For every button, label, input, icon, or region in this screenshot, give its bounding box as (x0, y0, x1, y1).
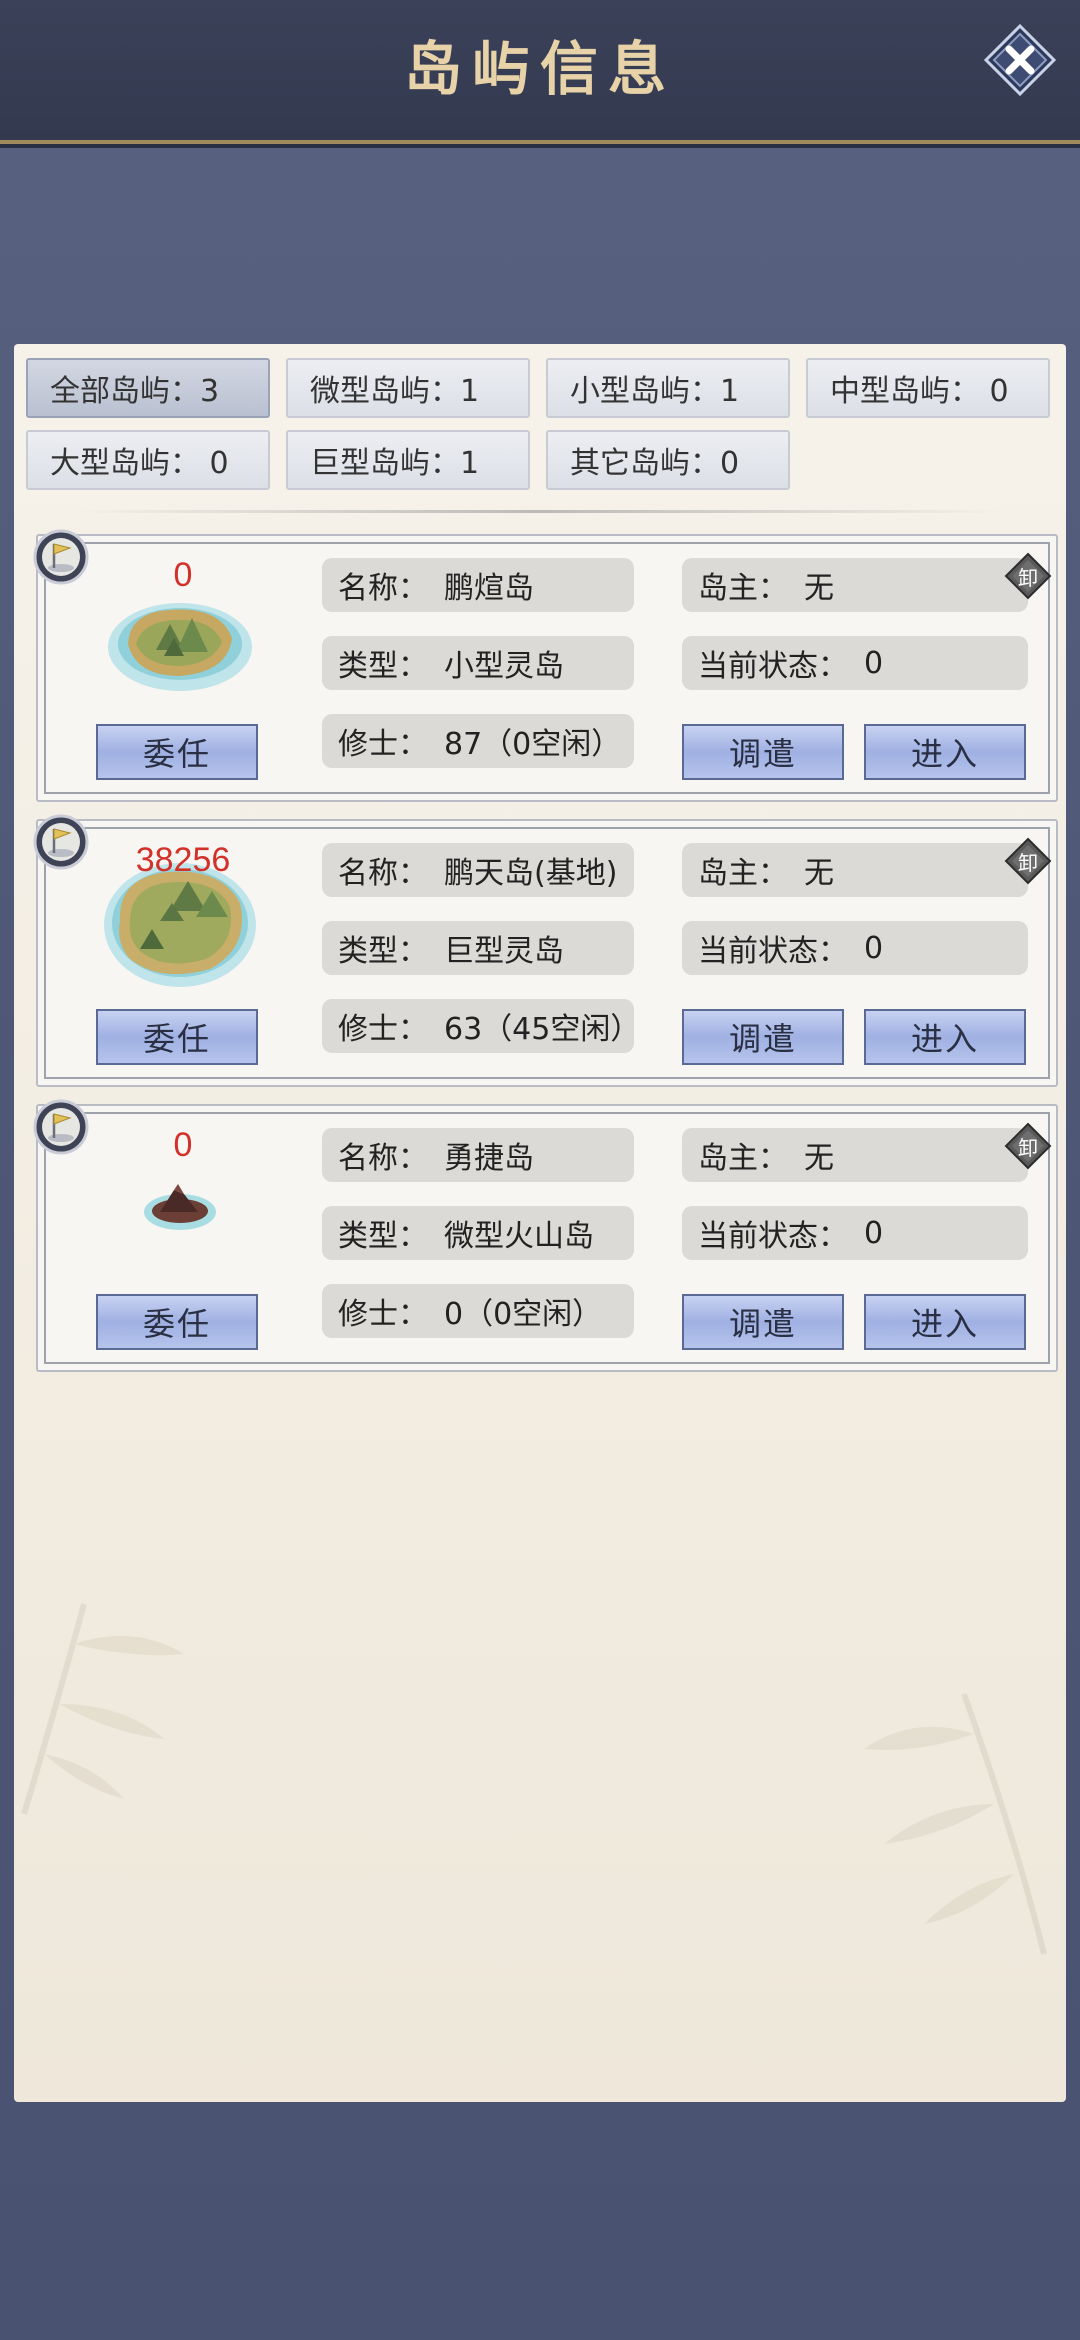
island-status-field: 当前状态： 0 (682, 921, 1028, 975)
unload-button[interactable]: 卸 (1004, 552, 1052, 600)
flag-icon (33, 529, 89, 585)
tab-large-islands[interactable]: 大型岛屿： 0 (26, 430, 270, 490)
unload-button[interactable]: 卸 (1004, 837, 1052, 885)
island-type: 微型火山岛 (444, 1219, 594, 1254)
tab-micro-islands[interactable]: 微型岛屿：1 (286, 358, 530, 418)
type-label: 类型： (338, 1219, 428, 1254)
island-name: 鹏煊岛 (444, 571, 534, 606)
dispatch-button[interactable]: 调遣 (682, 1009, 844, 1065)
island-info-screen: 岛屿信息 全部岛屿：3 微型岛屿：1 小型岛屿：1 中型岛屿： 0 大型岛屿： … (0, 0, 1080, 2340)
owner-label: 岛主： (698, 1141, 788, 1176)
island-status: 0 (864, 1215, 884, 1251)
island-power: 0 (173, 1126, 193, 1164)
island-name: 勇捷岛 (444, 1141, 534, 1176)
island-power: 0 (173, 556, 193, 594)
island-card: 0 委任 名称： 鹏煊岛 类型： 小型灵岛 修士： 87（0空闲） 岛主： 无 … (33, 529, 1058, 802)
flag-badge[interactable] (32, 1098, 90, 1156)
micro-volcano-island-icon (144, 1184, 216, 1230)
island-owner-field: 岛主： 无 (682, 1128, 1028, 1182)
cultivators-label: 修士： (338, 727, 428, 762)
appoint-button[interactable]: 委任 (96, 724, 258, 780)
name-label: 名称： (338, 856, 428, 891)
appoint-button[interactable]: 委任 (96, 1294, 258, 1350)
island-owner-field: 岛主： 无 (682, 843, 1028, 897)
status-label: 当前状态： (698, 1219, 848, 1254)
tab-small-islands[interactable]: 小型岛屿：1 (546, 358, 790, 418)
flag-badge[interactable] (32, 813, 90, 871)
owner-label: 岛主： (698, 571, 788, 606)
island-image[interactable] (140, 1176, 220, 1236)
tab-medium-islands[interactable]: 中型岛屿： 0 (806, 358, 1050, 418)
enter-button[interactable]: 进入 (864, 1009, 1026, 1065)
unload-label: 卸 (1018, 850, 1038, 875)
flag-icon (33, 1099, 89, 1155)
bamboo-decoration-icon (864, 1692, 1047, 1955)
tab-all-islands[interactable]: 全部岛屿：3 (26, 358, 270, 418)
enter-button[interactable]: 进入 (864, 724, 1026, 780)
page-title: 岛屿信息 (403, 35, 676, 103)
island-name-field: 名称： 勇捷岛 (322, 1128, 634, 1182)
cultivators-field: 修士： 0（0空闲） (322, 1284, 634, 1338)
appoint-button[interactable]: 委任 (96, 1009, 258, 1065)
island-owner-field: 岛主： 无 (682, 558, 1028, 612)
owner-label: 岛主： (698, 856, 788, 891)
close-button[interactable] (982, 22, 1058, 98)
header-bar: 岛屿信息 (0, 0, 1080, 144)
unload-label: 卸 (1018, 565, 1038, 590)
island-status: 0 (864, 645, 884, 681)
divider (74, 510, 1004, 513)
dispatch-button[interactable]: 调遣 (682, 724, 844, 780)
type-label: 类型： (338, 934, 428, 969)
dispatch-button[interactable]: 调遣 (682, 1294, 844, 1350)
island-list-panel: 全部岛屿：3 微型岛屿：1 小型岛屿：1 中型岛屿： 0 大型岛屿： 0 巨型岛… (14, 344, 1066, 2102)
type-label: 类型： (338, 649, 428, 684)
island-type: 巨型灵岛 (444, 934, 564, 969)
cultivators-field: 修士： 63（45空闲） (322, 999, 640, 1053)
island-card: 38256 委任 名称： 鹏天岛(基地) 类型： 巨型灵岛 修士： 63（45空… (33, 814, 1058, 1087)
island-type: 小型灵岛 (444, 649, 564, 684)
cultivators-label: 修士： (338, 1297, 428, 1332)
name-label: 名称： (338, 571, 428, 606)
unload-button[interactable]: 卸 (1004, 1122, 1052, 1170)
flag-badge[interactable] (32, 528, 90, 586)
name-label: 名称： (338, 1141, 428, 1176)
enter-button[interactable]: 进入 (864, 1294, 1026, 1350)
status-label: 当前状态： (698, 934, 848, 969)
tab-huge-islands[interactable]: 巨型岛屿：1 (286, 430, 530, 490)
island-power: 38256 (135, 841, 231, 879)
close-icon (983, 23, 1057, 97)
island-type-field: 类型： 巨型灵岛 (322, 921, 634, 975)
island-type-field: 类型： 微型火山岛 (322, 1206, 634, 1260)
island-name-field: 名称： 鹏天岛(基地) (322, 843, 634, 897)
island-type-field: 类型： 小型灵岛 (322, 636, 634, 690)
status-label: 当前状态： (698, 649, 848, 684)
island-name-field: 名称： 鹏煊岛 (322, 558, 634, 612)
cultivators-count: 63（45空闲） (444, 1012, 641, 1047)
cultivators-label: 修士： (338, 1012, 428, 1047)
island-status: 0 (864, 930, 884, 966)
island-owner: 无 (804, 1141, 834, 1176)
island-card: 0 委任 名称： 勇捷岛 类型： 微型火山岛 修士： 0（0空闲） 岛主： 无 … (33, 1099, 1058, 1372)
island-status-field: 当前状态： 0 (682, 1206, 1028, 1260)
flag-icon (33, 814, 89, 870)
unload-label: 卸 (1018, 1135, 1038, 1160)
island-owner: 无 (804, 571, 834, 606)
island-owner: 无 (804, 856, 834, 891)
island-status-field: 当前状态： 0 (682, 636, 1028, 690)
cultivators-count: 87（0空闲） (444, 727, 622, 762)
cultivators-field: 修士： 87（0空闲） (322, 714, 634, 768)
cultivators-count: 0（0空闲） (444, 1297, 603, 1332)
tab-other-islands[interactable]: 其它岛屿：0 (546, 430, 790, 490)
bamboo-decoration-icon (21, 1603, 184, 1815)
island-name: 鹏天岛(基地) (444, 856, 618, 891)
